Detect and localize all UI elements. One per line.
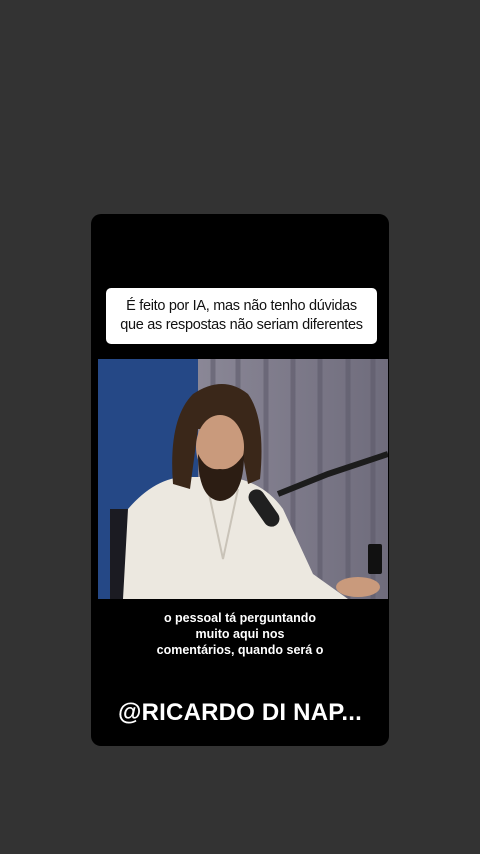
video-still <box>98 359 388 599</box>
story-card[interactable]: É feito por IA, mas não tenho dúvidas qu… <box>91 214 389 746</box>
subtitle-line-2: muito aqui nos <box>195 627 285 641</box>
video-subtitle: o pessoal tá perguntando muito aqui nos … <box>111 610 369 658</box>
video-frame[interactable] <box>98 359 388 599</box>
caption-line-2: que as respostas não seriam diferentes <box>120 317 363 333</box>
account-handle[interactable]: @RICARDO DI NAP... <box>91 699 389 727</box>
caption-line-1: É feito por IA, mas não tenho dúvidas <box>126 298 357 314</box>
subtitle-line-1: o pessoal tá perguntando <box>163 611 317 625</box>
screen: { "caption": { "line1": "É feito por IA,… <box>0 0 480 854</box>
caption-box: É feito por IA, mas não tenho dúvidas qu… <box>106 288 377 344</box>
subtitle-line-3: comentários, quando será o <box>156 643 324 657</box>
